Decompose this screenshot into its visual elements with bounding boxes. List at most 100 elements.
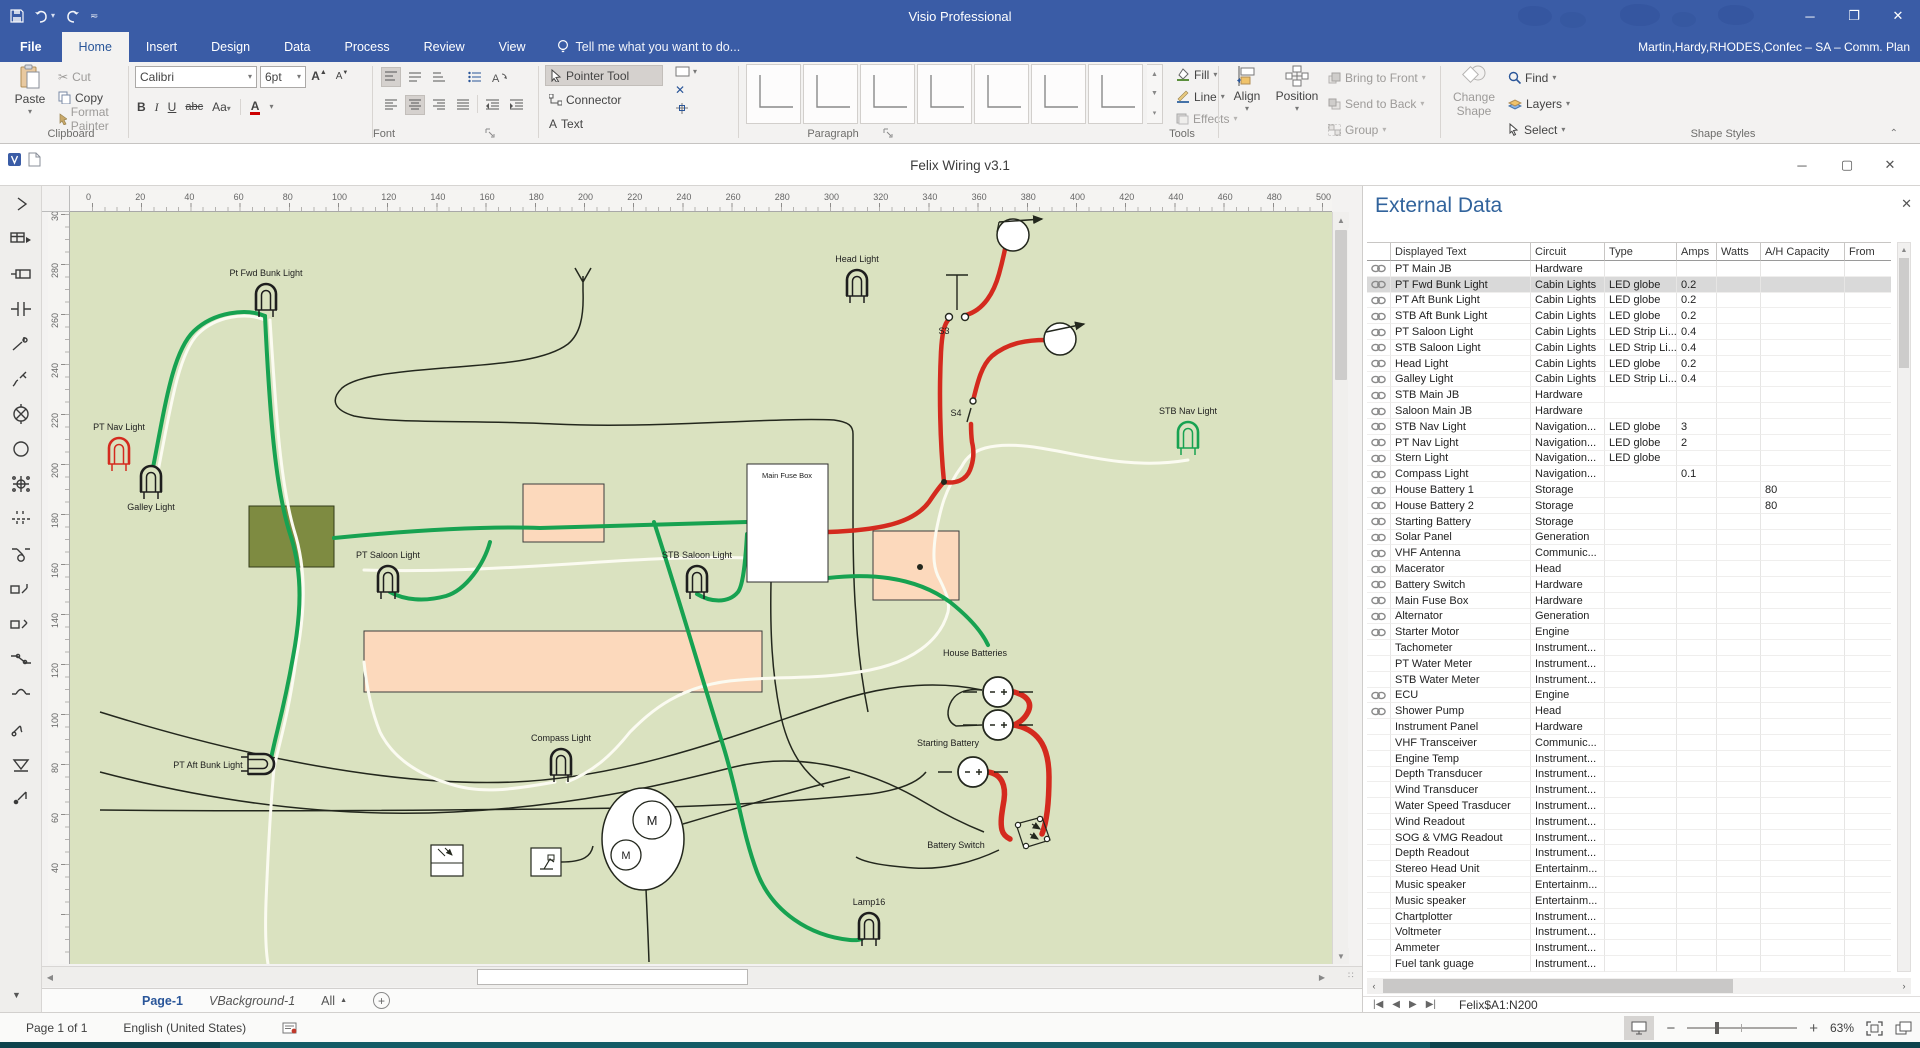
presentation-mode-button[interactable] xyxy=(1624,1016,1654,1040)
galley-light-lamp[interactable] xyxy=(140,466,162,499)
table-row[interactable]: STB Aft Bunk LightCabin LightsLED globe0… xyxy=(1367,308,1891,324)
fuse-switch-icon[interactable] xyxy=(0,361,42,396)
canvas-vertical-scrollbar[interactable]: ▲ ▼ xyxy=(1332,212,1348,964)
table-row[interactable]: PT Aft Bunk LightCabin LightsLED globe0.… xyxy=(1367,293,1891,309)
selector-switch-icon[interactable] xyxy=(0,641,42,676)
vscroll-thumb[interactable] xyxy=(1335,230,1347,380)
table-row[interactable]: Starter MotorEngine xyxy=(1367,624,1891,640)
compass-light-lamp[interactable] xyxy=(550,749,572,782)
pt-nav-light-lamp[interactable] xyxy=(108,438,130,471)
table-row[interactable]: Battery SwitchHardware xyxy=(1367,577,1891,593)
gauge-2[interactable] xyxy=(1044,323,1076,355)
doc-minimize-button[interactable]: ─ xyxy=(1784,151,1820,179)
shapes-window-icon[interactable] xyxy=(0,221,42,256)
scroll-right-icon[interactable]: ▶ xyxy=(1314,967,1330,987)
table-hscroll-thumb[interactable] xyxy=(1383,979,1733,993)
page-tab-page1[interactable]: Page-1 xyxy=(142,994,183,1008)
expand-right-icon[interactable] xyxy=(0,186,42,221)
paste-button[interactable]: Paste▾ xyxy=(8,64,52,116)
table-scroll-left-icon[interactable]: ‹ xyxy=(1367,978,1381,994)
shrink-font-button[interactable]: A▼ xyxy=(332,66,352,86)
resize-grip[interactable]: ∷ xyxy=(1348,970,1360,982)
table-row[interactable]: Solar PanelGeneration xyxy=(1367,530,1891,546)
shape-style-thumbnail[interactable] xyxy=(1031,64,1086,124)
solar-panel-symbol[interactable] xyxy=(431,845,463,876)
shape-style-thumbnail[interactable] xyxy=(974,64,1029,124)
table-row[interactable]: VHF TransceiverCommunic... xyxy=(1367,735,1891,751)
table-row[interactable]: Head LightCabin LightsLED globe0.2 xyxy=(1367,356,1891,372)
column-header[interactable]: A/H Capacity xyxy=(1761,243,1845,261)
table-row[interactable]: Depth ReadoutInstrument... xyxy=(1367,845,1891,861)
spring-switch-icon[interactable] xyxy=(0,711,42,746)
align-center-button[interactable] xyxy=(405,95,425,115)
lamp16-lamp[interactable] xyxy=(858,913,880,946)
scroll-down-icon[interactable]: ▼ xyxy=(1333,948,1349,964)
macro-status-icon[interactable] xyxy=(282,1022,298,1035)
table-row[interactable]: House Battery 2Storage80 xyxy=(1367,498,1891,514)
pointer-tool-button[interactable]: Pointer Tool xyxy=(545,65,663,86)
tab-data[interactable]: Data xyxy=(267,32,327,62)
table-vscroll-thumb[interactable] xyxy=(1899,258,1909,368)
align-left-button[interactable] xyxy=(381,95,401,115)
table-row[interactable]: ECUEngine xyxy=(1367,688,1891,704)
pt-fwd-bunk-light-lamp[interactable] xyxy=(255,284,277,317)
restore-button[interactable]: ❐ xyxy=(1832,0,1876,32)
font-size-select[interactable]: 6pt▾ xyxy=(260,66,306,88)
column-header[interactable]: Circuit xyxy=(1531,243,1605,261)
font-family-select[interactable]: Calibri▾ xyxy=(135,66,257,88)
tab-insert[interactable]: Insert xyxy=(129,32,194,62)
change-shape-button[interactable]: Change Shape xyxy=(1446,65,1502,119)
contact-box-icon[interactable] xyxy=(0,571,42,606)
table-row[interactable]: Engine TempInstrument... xyxy=(1367,751,1891,767)
junction-icon[interactable] xyxy=(0,466,42,501)
add-page-button[interactable]: + xyxy=(373,992,390,1009)
zoom-slider-thumb[interactable] xyxy=(1715,1022,1719,1034)
shape-style-thumbnail[interactable] xyxy=(803,64,858,124)
main-fuse-box[interactable] xyxy=(747,464,828,582)
table-row[interactable]: Instrument PanelHardware xyxy=(1367,719,1891,735)
align-middle-button[interactable] xyxy=(405,67,425,87)
rotary-switch-icon[interactable] xyxy=(0,536,42,571)
nav-last-icon[interactable]: ▶| xyxy=(1426,999,1436,1010)
change-case-button[interactable]: Aa▾ xyxy=(212,100,231,114)
table-row[interactable]: TachometerInstrument... xyxy=(1367,640,1891,656)
engine-block[interactable]: M M xyxy=(602,788,684,890)
throttle-symbol[interactable] xyxy=(531,848,561,876)
table-row[interactable]: AlternatorGeneration xyxy=(1367,609,1891,625)
font-dialog-launcher[interactable] xyxy=(485,128,495,138)
doc-close-button[interactable]: ✕ xyxy=(1872,151,1908,179)
table-row[interactable]: Water Speed TrasducerInstrument... xyxy=(1367,798,1891,814)
collapse-ribbon-button[interactable]: ⌃ xyxy=(1890,128,1898,139)
tab-design[interactable]: Design xyxy=(194,32,267,62)
table-scroll-right-icon[interactable]: › xyxy=(1897,978,1911,994)
house-battery-2[interactable] xyxy=(983,710,1013,740)
panel-close-icon[interactable]: ✕ xyxy=(1901,196,1912,212)
dot-switch-icon[interactable] xyxy=(0,781,42,816)
cut-button[interactable]: ✂Cut xyxy=(58,66,124,87)
nav-first-icon[interactable]: |◀ xyxy=(1373,999,1383,1010)
zoom-out-button[interactable]: − xyxy=(1666,1020,1675,1037)
sheet-tab[interactable]: Felix$A1:N200 xyxy=(1459,998,1538,1012)
triangle-ground-icon[interactable] xyxy=(0,746,42,781)
bold-button[interactable]: B xyxy=(137,100,146,114)
table-vertical-scrollbar[interactable]: ▲ xyxy=(1897,242,1911,972)
gauge-1[interactable] xyxy=(997,219,1029,251)
underline-button[interactable]: U xyxy=(168,100,177,114)
nav-prev-icon[interactable]: ◀ xyxy=(1392,999,1400,1010)
connection-point-tool-button[interactable] xyxy=(675,102,697,118)
stencil-scroll-down-icon[interactable]: ▼ xyxy=(12,990,21,1000)
table-row[interactable]: House Battery 1Storage80 xyxy=(1367,482,1891,498)
page-tab-vbackground1[interactable]: VBackground-1 xyxy=(209,994,295,1008)
font-color-button[interactable]: A xyxy=(250,100,261,115)
table-row[interactable]: PT Main JBHardware xyxy=(1367,261,1891,277)
page-tab-all[interactable]: All▲ xyxy=(321,994,347,1008)
zoom-level[interactable]: 63% xyxy=(1830,1021,1854,1035)
tab-review[interactable]: Review xyxy=(407,32,482,62)
table-row[interactable]: Shower PumpHead xyxy=(1367,703,1891,719)
junction-box-peach-2[interactable] xyxy=(873,531,959,600)
gallery-scroll[interactable]: ▲▼▾ xyxy=(1147,64,1163,124)
select-button[interactable]: Select▾ xyxy=(1508,119,1570,140)
shape-style-thumbnail[interactable] xyxy=(917,64,972,124)
table-row[interactable]: Main Fuse BoxHardware xyxy=(1367,593,1891,609)
table-row[interactable]: Starting BatteryStorage xyxy=(1367,514,1891,530)
